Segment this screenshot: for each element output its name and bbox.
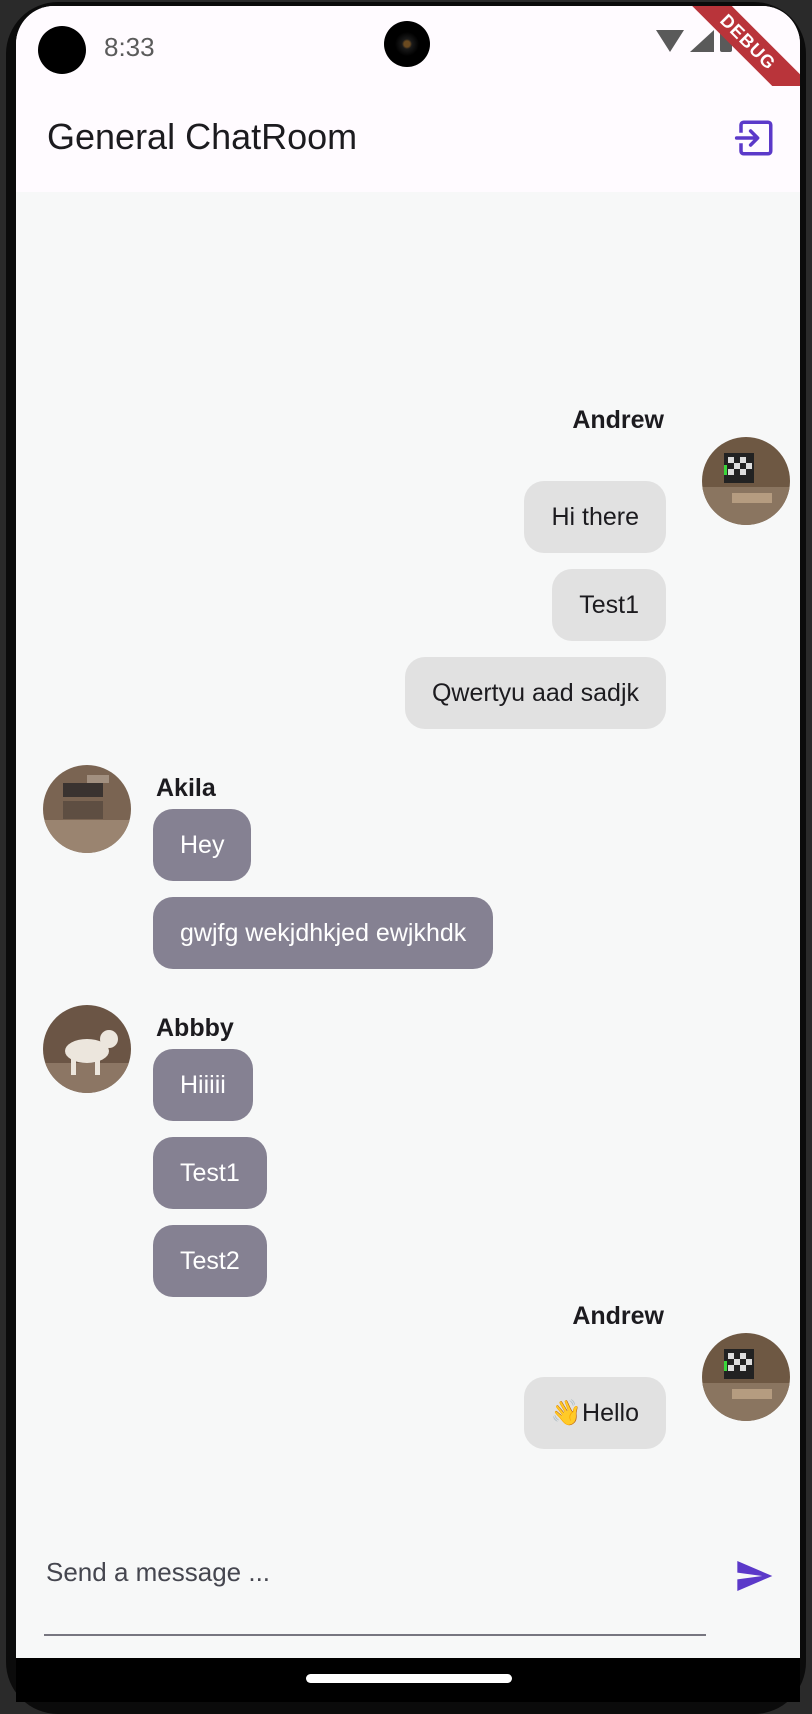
- input-underline: [44, 1634, 706, 1636]
- sender-name: Abbby: [156, 1014, 234, 1042]
- wifi-icon: [656, 30, 684, 52]
- message-bubble[interactable]: Hiiiii: [153, 1049, 253, 1121]
- message-bubble[interactable]: 👋Hello: [523, 1377, 666, 1449]
- status-time: 8:33: [104, 32, 155, 62]
- home-indicator[interactable]: [306, 1674, 512, 1683]
- status-bar: 8:33: [16, 6, 800, 86]
- message-bubble[interactable]: Hey: [153, 809, 252, 881]
- avatar[interactable]: [43, 765, 131, 853]
- screen: 8:33 DEBUG General ChatRoom Andrew Hi th…: [16, 6, 800, 1658]
- message-bubble[interactable]: Test1: [552, 569, 666, 641]
- sender-name: Akila: [156, 774, 216, 802]
- front-camera: [384, 21, 430, 67]
- page-title: General ChatRoom: [47, 116, 358, 157]
- signal-icon: [690, 30, 714, 52]
- send-icon[interactable]: [732, 1556, 776, 1596]
- composer: [16, 1526, 800, 1658]
- avatar[interactable]: [702, 437, 790, 525]
- logout-icon[interactable]: [734, 117, 776, 159]
- avatar[interactable]: [702, 1333, 790, 1421]
- navigation-bar: [16, 1658, 800, 1702]
- sender-name: Andrew: [572, 1302, 664, 1330]
- message-bubble[interactable]: Test2: [153, 1225, 267, 1297]
- avatar[interactable]: [43, 1005, 131, 1093]
- sender-name: Andrew: [572, 406, 664, 434]
- camera-cutout: [38, 26, 86, 74]
- message-list: Andrew Hi there Test1 Qwertyu aad sadjk: [16, 192, 800, 1472]
- message-bubble[interactable]: Qwertyu aad sadjk: [404, 657, 666, 729]
- app-bar: General ChatRoom: [16, 86, 800, 192]
- message-bubble[interactable]: Hi there: [524, 481, 666, 553]
- message-bubble[interactable]: Test1: [153, 1137, 267, 1209]
- message-bubble[interactable]: gwjfg wekjdhkjed ewjkhdk: [153, 897, 494, 969]
- message-input[interactable]: [44, 1543, 726, 1601]
